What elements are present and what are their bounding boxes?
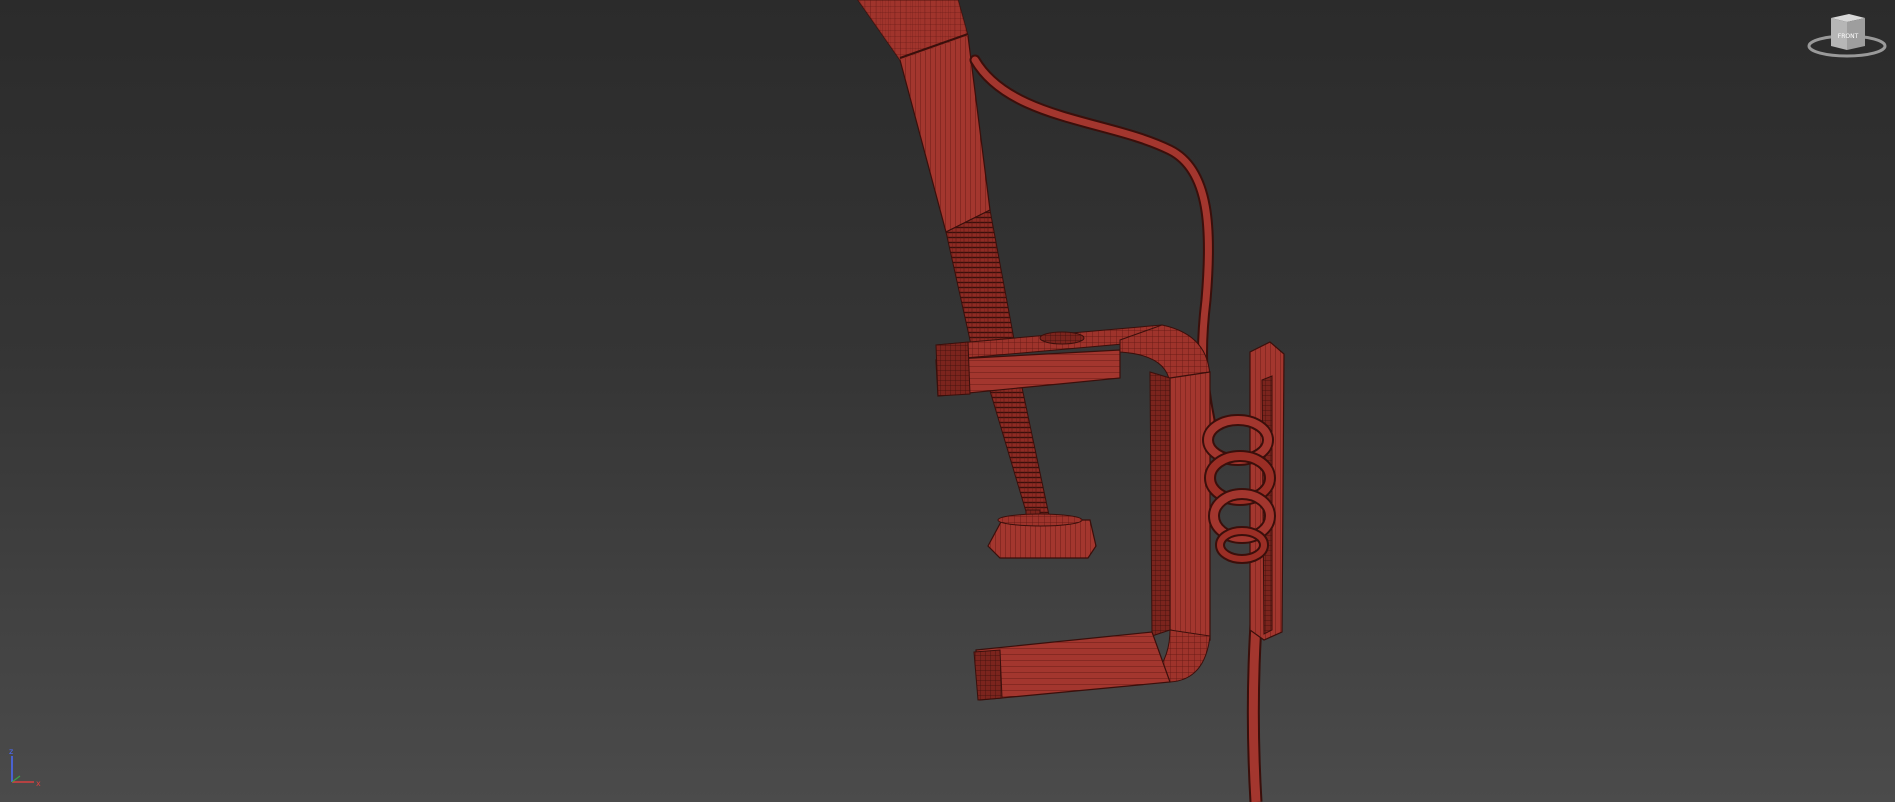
c-clamp-frame[interactable] — [935, 324, 1211, 701]
lamp-arm[interactable] — [857, 0, 991, 233]
3d-viewport[interactable]: FRONT z x — [0, 0, 1895, 802]
y-axis-line — [11, 775, 21, 783]
axis-tripod-icon: z x — [4, 746, 44, 792]
scene-wireframe[interactable] — [0, 0, 1895, 802]
clamp-foot-pad[interactable] — [987, 509, 1097, 559]
z-axis-label: z — [9, 747, 13, 756]
viewcube-face-label: FRONT — [1838, 33, 1859, 40]
x-axis-label: x — [36, 779, 41, 788]
viewcube-icon[interactable]: FRONT — [1805, 8, 1889, 62]
